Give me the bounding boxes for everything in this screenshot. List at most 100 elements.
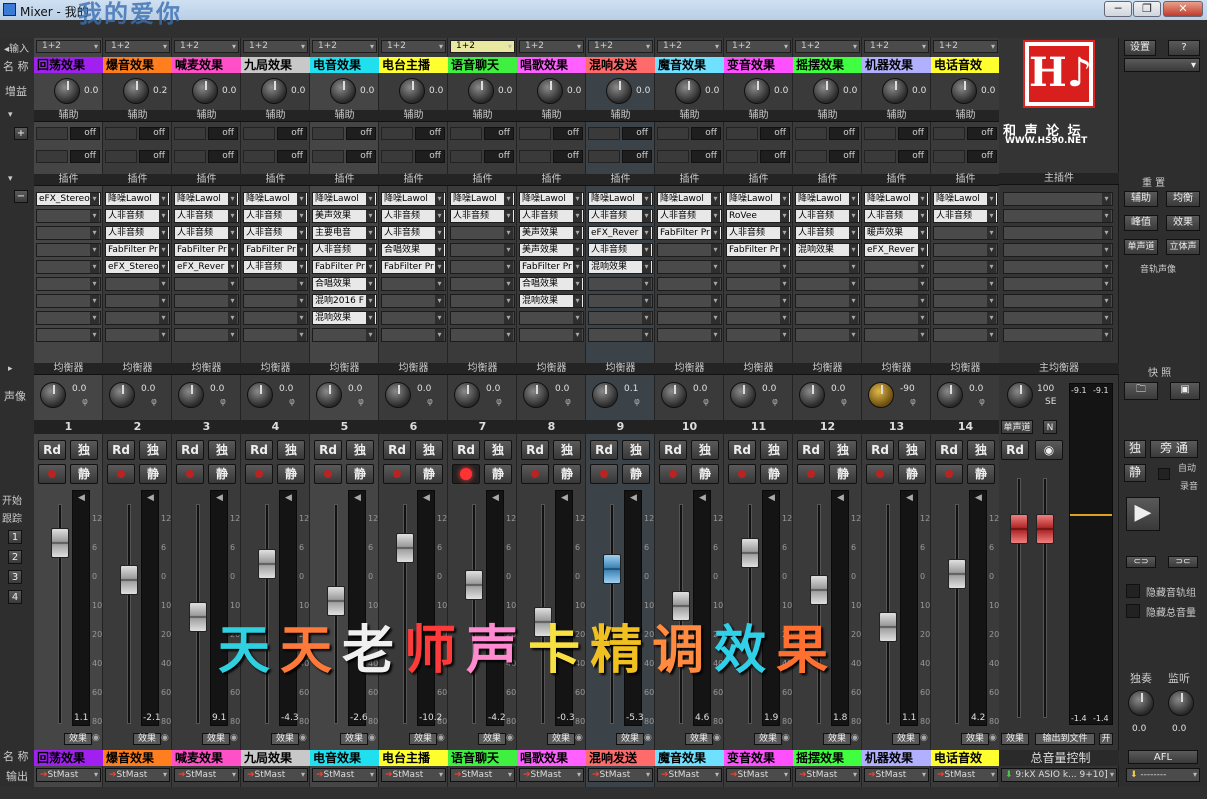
output-select[interactable]: ➔StMast: [588, 768, 653, 782]
aux-slot-1[interactable]: [933, 127, 965, 140]
output-select[interactable]: ➔StMast: [726, 768, 791, 782]
read-button[interactable]: Rd: [452, 440, 480, 460]
insert-slot[interactable]: FabFilter Pr: [174, 243, 239, 257]
gain-knob[interactable]: [468, 78, 494, 104]
phase-icon[interactable]: φ: [427, 397, 433, 407]
pan-knob[interactable]: [316, 382, 342, 408]
master-read-button[interactable]: Rd: [1001, 440, 1029, 460]
aux-2-state[interactable]: off: [139, 150, 169, 163]
insert-slot[interactable]: [657, 328, 722, 342]
insert-slot[interactable]: [243, 328, 308, 342]
bottom-select[interactable]: ⬇ --------: [1126, 768, 1200, 782]
aux-slot-2[interactable]: [312, 150, 344, 163]
insert-slot[interactable]: [795, 294, 860, 308]
insert-slot[interactable]: [933, 260, 998, 274]
channel-name[interactable]: 电台主播: [379, 57, 448, 73]
aux-slot-1[interactable]: [726, 127, 758, 140]
input-select[interactable]: 1+2: [36, 40, 101, 53]
aux-1-state[interactable]: off: [346, 127, 376, 140]
insert-slot[interactable]: [450, 277, 515, 291]
insert-slot[interactable]: [795, 311, 860, 325]
insert-slot[interactable]: 合唱效果: [312, 277, 377, 291]
aux-1-state[interactable]: off: [622, 127, 652, 140]
insert-slot[interactable]: 人非音频: [174, 209, 239, 223]
phase-icon[interactable]: φ: [634, 397, 640, 407]
phase-icon[interactable]: φ: [358, 397, 364, 407]
aux-2-state[interactable]: off: [553, 150, 583, 163]
insert-slot[interactable]: 降噪Lawol: [657, 192, 722, 206]
aux-slot-2[interactable]: [519, 150, 551, 163]
fx-button[interactable]: 效果: [64, 733, 92, 745]
phase-icon[interactable]: φ: [151, 397, 157, 407]
pan-knob[interactable]: [523, 382, 549, 408]
fx-button[interactable]: 效果: [547, 733, 575, 745]
fx-button[interactable]: 效果: [202, 733, 230, 745]
aux-slot-1[interactable]: [312, 127, 344, 140]
insert-slot[interactable]: 主要电音: [312, 226, 377, 240]
insert-slot[interactable]: 降噪Lawol: [105, 192, 170, 206]
aux-1-state[interactable]: off: [208, 127, 238, 140]
fx-power-icon[interactable]: ◉: [299, 733, 307, 743]
master-insert-slot[interactable]: [1003, 328, 1113, 342]
insert-slot[interactable]: eFX_Rever: [588, 226, 653, 240]
gain-knob[interactable]: [54, 78, 80, 104]
input-select[interactable]: 1+2: [105, 40, 170, 53]
aux-slot-2[interactable]: [657, 150, 689, 163]
master-insert-slot[interactable]: [1003, 209, 1113, 223]
aux-slot-1[interactable]: [864, 127, 896, 140]
insert-slot[interactable]: [588, 328, 653, 342]
phase-icon[interactable]: φ: [772, 397, 778, 407]
read-button[interactable]: Rd: [866, 440, 894, 460]
insert-slot[interactable]: [864, 311, 929, 325]
insert-slot[interactable]: [933, 277, 998, 291]
insert-slot[interactable]: [933, 294, 998, 308]
insert-slot[interactable]: 合唱效果: [519, 277, 584, 291]
output-select[interactable]: ➔StMast: [243, 768, 308, 782]
record-button[interactable]: [314, 464, 342, 484]
solo-button[interactable]: 独: [277, 440, 305, 460]
insert-slot[interactable]: RoVee: [726, 209, 791, 223]
insert-slot[interactable]: [588, 311, 653, 325]
master-export-button[interactable]: 输出到文件: [1035, 733, 1095, 745]
solo-button[interactable]: 独: [967, 440, 995, 460]
insert-slot[interactable]: [933, 328, 998, 342]
insert-slot[interactable]: [243, 294, 308, 308]
solo-button[interactable]: 独: [898, 440, 926, 460]
master-n-button[interactable]: N: [1043, 420, 1057, 434]
insert-slot[interactable]: [795, 260, 860, 274]
pan-knob[interactable]: [385, 382, 411, 408]
mute-button[interactable]: 静: [760, 464, 788, 484]
aux-slot-1[interactable]: [657, 127, 689, 140]
auto-checkbox[interactable]: [1158, 468, 1170, 480]
input-select[interactable]: 1+2: [864, 40, 929, 53]
insert-slot[interactable]: [450, 328, 515, 342]
insert-slot[interactable]: [450, 311, 515, 325]
volume-fader[interactable]: [741, 538, 759, 568]
gain-knob[interactable]: [675, 78, 701, 104]
insert-slot[interactable]: 美声效果: [519, 243, 584, 257]
solo-button[interactable]: 独: [208, 440, 236, 460]
insert-slot[interactable]: 人非音频: [726, 226, 791, 240]
input-select[interactable]: 1+2: [381, 40, 446, 53]
insert-slot[interactable]: [381, 328, 446, 342]
insert-slot[interactable]: [36, 328, 101, 342]
insert-slot[interactable]: [243, 277, 308, 291]
fx-button[interactable]: 效果: [823, 733, 851, 745]
eq-toggle-button[interactable]: 均衡: [1166, 191, 1200, 207]
volume-fader[interactable]: [603, 554, 621, 584]
insert-slot[interactable]: [657, 294, 722, 308]
insert-slot[interactable]: 降噪Lawol: [864, 192, 929, 206]
insert-slot[interactable]: [933, 311, 998, 325]
fx-power-icon[interactable]: ◉: [437, 733, 445, 743]
phase-icon[interactable]: φ: [841, 397, 847, 407]
gain-knob[interactable]: [330, 78, 356, 104]
fx-power-icon[interactable]: ◉: [230, 733, 238, 743]
record-button[interactable]: [38, 464, 66, 484]
aux-slot-2[interactable]: [36, 150, 68, 163]
input-select[interactable]: 1+2: [243, 40, 308, 53]
aux-collapse-icon[interactable]: ▾: [8, 110, 13, 120]
mute-all-button[interactable]: 静: [1124, 464, 1146, 482]
insert-slot[interactable]: 人非音频: [174, 226, 239, 240]
insert-slot[interactable]: [381, 294, 446, 308]
insert-slot[interactable]: 人非音频: [105, 209, 170, 223]
